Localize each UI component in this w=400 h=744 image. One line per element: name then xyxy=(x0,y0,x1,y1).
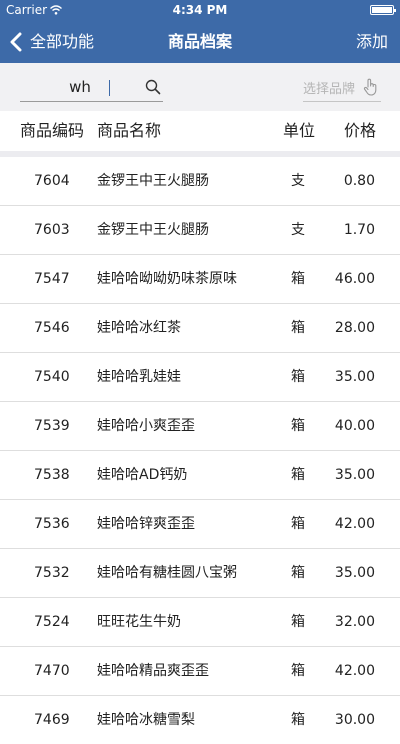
row-price: 0.80 xyxy=(343,173,375,189)
search-icon[interactable] xyxy=(145,79,161,95)
table-row[interactable]: 7470 娃哈哈精品爽歪歪 箱 42.00 xyxy=(0,647,400,696)
row-unit: 支 xyxy=(291,222,305,238)
row-code: 7469 xyxy=(34,712,70,728)
row-unit: 支 xyxy=(291,173,305,189)
row-name: 娃哈哈精品爽歪歪 xyxy=(97,663,209,679)
row-price: 40.00 xyxy=(334,418,375,434)
row-price: 42.00 xyxy=(334,516,375,532)
row-unit: 箱 xyxy=(291,320,305,336)
row-code: 7539 xyxy=(34,418,70,434)
row-code: 7540 xyxy=(34,369,70,385)
status-bar: Carrier 4:34 PM xyxy=(0,0,400,20)
status-time: 4:34 PM xyxy=(172,3,228,17)
header-code: 商品编码 xyxy=(20,121,85,140)
row-name: 娃哈哈AD钙奶 xyxy=(97,467,188,483)
search-bar: 选择品牌 xyxy=(0,63,400,112)
table-row[interactable]: 7603 金锣王中王火腿肠 支 1.70 xyxy=(0,206,400,255)
row-unit: 箱 xyxy=(291,565,305,581)
row-price: 32.00 xyxy=(334,614,375,630)
table-row[interactable]: 7604 金锣王中王火腿肠 支 0.80 xyxy=(0,157,400,206)
row-code: 7470 xyxy=(34,663,70,679)
back-label: 全部功能 xyxy=(30,32,95,51)
search-field[interactable] xyxy=(20,73,163,102)
row-price: 35.00 xyxy=(334,565,375,581)
table-header: 商品编码 商品名称 单位 价格 xyxy=(0,111,400,151)
brand-placeholder: 选择品牌 xyxy=(303,82,356,97)
row-name: 娃哈哈冰红茶 xyxy=(97,320,181,336)
header-unit: 单位 xyxy=(283,121,316,140)
row-code: 7546 xyxy=(34,320,70,336)
row-unit: 箱 xyxy=(291,516,305,532)
row-price: 28.00 xyxy=(334,320,375,336)
row-code: 7604 xyxy=(34,173,70,189)
search-input[interactable] xyxy=(20,73,140,101)
row-price: 35.00 xyxy=(334,467,375,483)
table-row[interactable]: 7469 娃哈哈冰糖雪梨 箱 30.00 xyxy=(0,696,400,744)
chevron-left-icon xyxy=(10,32,22,52)
row-code: 7536 xyxy=(34,516,70,532)
row-name: 金锣王中王火腿肠 xyxy=(97,173,209,189)
table-row[interactable]: 7538 娃哈哈AD钙奶 箱 35.00 xyxy=(0,451,400,500)
add-button[interactable]: 添加 xyxy=(356,22,388,62)
back-button[interactable]: 全部功能 xyxy=(8,22,94,62)
row-unit: 箱 xyxy=(291,663,305,679)
table-row[interactable]: 7532 娃哈哈有糖桂圆八宝粥 箱 35.00 xyxy=(0,549,400,598)
pointer-hand-icon xyxy=(363,78,377,96)
row-name: 娃哈哈呦呦奶味茶原味 xyxy=(97,271,237,287)
table-row[interactable]: 7524 旺旺花生牛奶 箱 32.00 xyxy=(0,598,400,647)
row-name: 旺旺花生牛奶 xyxy=(97,614,181,630)
row-code: 7547 xyxy=(34,271,70,287)
row-price: 35.00 xyxy=(334,369,375,385)
battery-icon xyxy=(370,5,396,15)
row-name: 金锣王中王火腿肠 xyxy=(97,222,209,238)
row-unit: 箱 xyxy=(291,418,305,434)
text-caret xyxy=(109,80,110,96)
row-name: 娃哈哈乳娃娃 xyxy=(97,369,181,385)
navigation-bar: Carrier 4:34 PM 全部功能 商品档案 添加 xyxy=(0,0,400,63)
row-name: 娃哈哈小爽歪歪 xyxy=(97,418,195,434)
row-price: 1.70 xyxy=(343,222,375,238)
row-price: 46.00 xyxy=(334,271,375,287)
row-unit: 箱 xyxy=(291,712,305,728)
row-unit: 箱 xyxy=(291,369,305,385)
row-name: 娃哈哈锌爽歪歪 xyxy=(97,516,195,532)
row-name: 娃哈哈冰糖雪梨 xyxy=(97,712,195,728)
table-row[interactable]: 7536 娃哈哈锌爽歪歪 箱 42.00 xyxy=(0,500,400,549)
row-price: 30.00 xyxy=(334,712,375,728)
row-name: 娃哈哈有糖桂圆八宝粥 xyxy=(97,565,237,581)
header-name: 商品名称 xyxy=(97,121,162,140)
brand-selector[interactable]: 选择品牌 xyxy=(303,73,381,102)
row-price: 42.00 xyxy=(334,663,375,679)
row-code: 7538 xyxy=(34,467,70,483)
table-row[interactable]: 7539 娃哈哈小爽歪歪 箱 40.00 xyxy=(0,402,400,451)
row-unit: 箱 xyxy=(291,614,305,630)
row-code: 7524 xyxy=(34,614,70,630)
table-row[interactable]: 7546 娃哈哈冰红茶 箱 28.00 xyxy=(0,304,400,353)
row-unit: 箱 xyxy=(291,467,305,483)
row-code: 7532 xyxy=(34,565,70,581)
table-row[interactable]: 7547 娃哈哈呦呦奶味茶原味 箱 46.00 xyxy=(0,255,400,304)
header-price: 价格 xyxy=(343,121,376,140)
row-code: 7603 xyxy=(34,222,70,238)
table-row[interactable]: 7540 娃哈哈乳娃娃 箱 35.00 xyxy=(0,353,400,402)
product-list: 7604 金锣王中王火腿肠支 0.80 7603 金锣王中王火腿肠支 1.70 7547 娃哈… xyxy=(0,157,400,744)
row-unit: 箱 xyxy=(291,271,305,287)
